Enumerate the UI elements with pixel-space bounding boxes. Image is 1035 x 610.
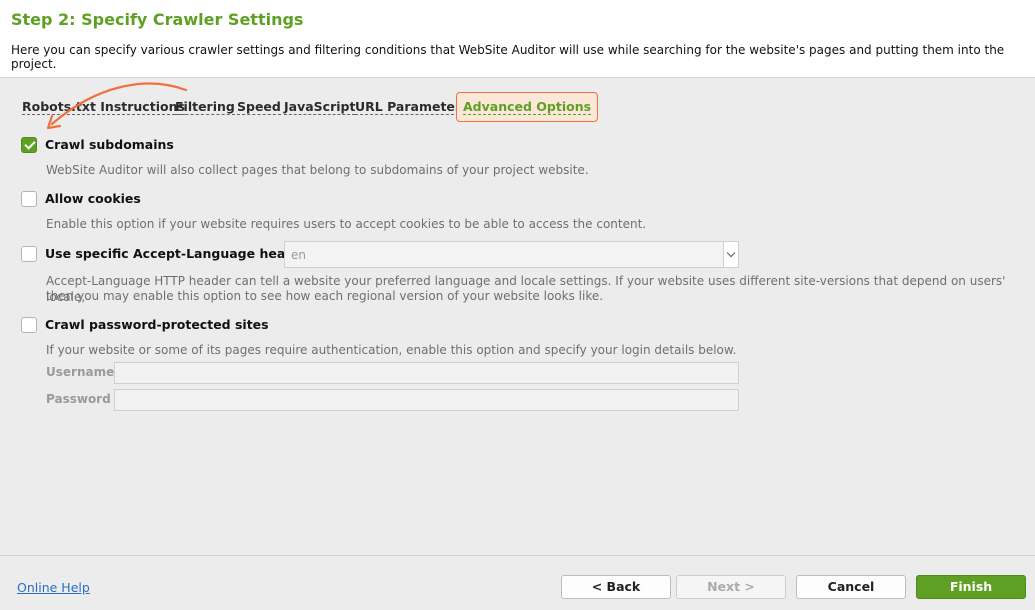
- callout-arrow: [46, 82, 188, 130]
- password-protected-checkbox[interactable]: [21, 317, 37, 333]
- password-field[interactable]: [114, 389, 739, 411]
- crawl-subdomains-checkbox[interactable]: [21, 137, 37, 153]
- password-label: Password: [46, 392, 111, 406]
- password-protected-label[interactable]: Crawl password-protected sites: [45, 317, 269, 332]
- tab-url-parameters[interactable]: URL Parameters: [355, 99, 469, 115]
- password-protected-description: If your website or some of its pages req…: [46, 343, 737, 357]
- chevron-down-icon: [726, 248, 736, 258]
- tab-speed[interactable]: Speed: [237, 99, 281, 115]
- accept-language-description-line2: then you may enable this option to see h…: [46, 289, 604, 303]
- username-field[interactable]: [114, 362, 739, 384]
- wizard-footer: Online Help < Back Next > Cancel Finish: [0, 555, 1035, 610]
- accept-language-checkbox[interactable]: [21, 246, 37, 262]
- allow-cookies-checkbox[interactable]: [21, 191, 37, 207]
- wizard-header: Step 2: Specify Crawler Settings Here yo…: [0, 0, 1035, 78]
- allow-cookies-description: Enable this option if your website requi…: [46, 217, 647, 231]
- crawl-subdomains-label[interactable]: Crawl subdomains: [45, 137, 174, 152]
- tab-advanced-options-label: Advanced Options: [463, 99, 592, 115]
- step-title: Step 2: Specify Crawler Settings: [11, 10, 304, 29]
- next-button[interactable]: Next >: [676, 575, 786, 599]
- username-label: Username: [46, 365, 115, 379]
- finish-button[interactable]: Finish: [916, 575, 1026, 599]
- accept-language-select[interactable]: en: [284, 241, 739, 268]
- cancel-button[interactable]: Cancel: [796, 575, 906, 599]
- online-help-link[interactable]: Online Help: [17, 580, 90, 595]
- accept-language-dropdown-button[interactable]: [723, 242, 738, 267]
- allow-cookies-label[interactable]: Allow cookies: [45, 191, 141, 206]
- step-description: Here you can specify various crawler set…: [11, 43, 1005, 71]
- tab-javascript[interactable]: JavaScript: [284, 99, 356, 115]
- back-button[interactable]: < Back: [561, 575, 671, 599]
- accept-language-value: en: [291, 248, 306, 262]
- crawl-subdomains-description: WebSite Auditor will also collect pages …: [46, 163, 589, 177]
- accept-language-label[interactable]: Use specific Accept-Language header: [45, 246, 309, 261]
- tab-advanced-options[interactable]: Advanced Options: [456, 92, 599, 122]
